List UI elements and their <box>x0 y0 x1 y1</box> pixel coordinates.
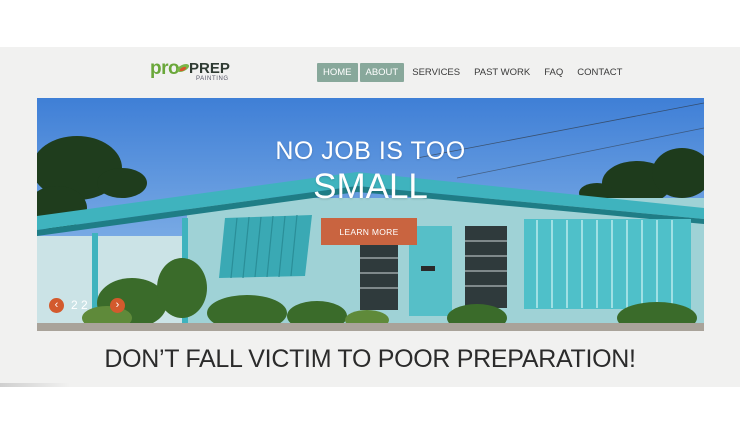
learn-more-button[interactable]: LEARN MORE <box>321 218 417 245</box>
hero-house-image <box>37 98 704 331</box>
chevron-left-icon: ‹ <box>54 299 59 311</box>
page: pro PREP PAINTING HOME ABOUT SERVICES PA… <box>0 47 740 387</box>
hero-heading-line2: SMALL <box>313 167 428 206</box>
scroll-indicator <box>0 383 70 387</box>
tagline-heading: DON’T FALL VICTIM TO POOR PREPARATION! <box>104 345 636 373</box>
nav-item-services[interactable]: SERVICES <box>406 63 466 82</box>
slider-counter: 2 2 <box>71 298 88 312</box>
main-nav: HOME ABOUT SERVICES PAST WORK FAQ CONTAC… <box>317 63 630 82</box>
nav-item-faq[interactable]: FAQ <box>538 63 569 82</box>
nav-item-about[interactable]: ABOUT <box>359 63 405 82</box>
logo-pro-text: pro <box>150 58 180 79</box>
hero-heading-line1: NO JOB IS TOO <box>275 137 466 165</box>
nav-item-contact[interactable]: CONTACT <box>571 63 628 82</box>
site-logo[interactable]: pro PREP PAINTING <box>150 59 240 85</box>
logo-painting-text: PAINTING <box>196 76 229 82</box>
slider-prev-button[interactable]: ‹ <box>49 298 64 313</box>
slider-next-button[interactable]: › <box>110 298 125 313</box>
logo-prep-text: PREP <box>189 60 230 77</box>
chevron-right-icon: › <box>115 299 120 311</box>
hero-slider: NO JOB IS TOO SMALL LEARN MORE ‹ 2 2 › <box>37 98 704 331</box>
nav-item-past-work[interactable]: PAST WORK <box>468 63 536 82</box>
leaf-icon <box>176 64 190 72</box>
nav-item-home[interactable]: HOME <box>317 63 358 82</box>
